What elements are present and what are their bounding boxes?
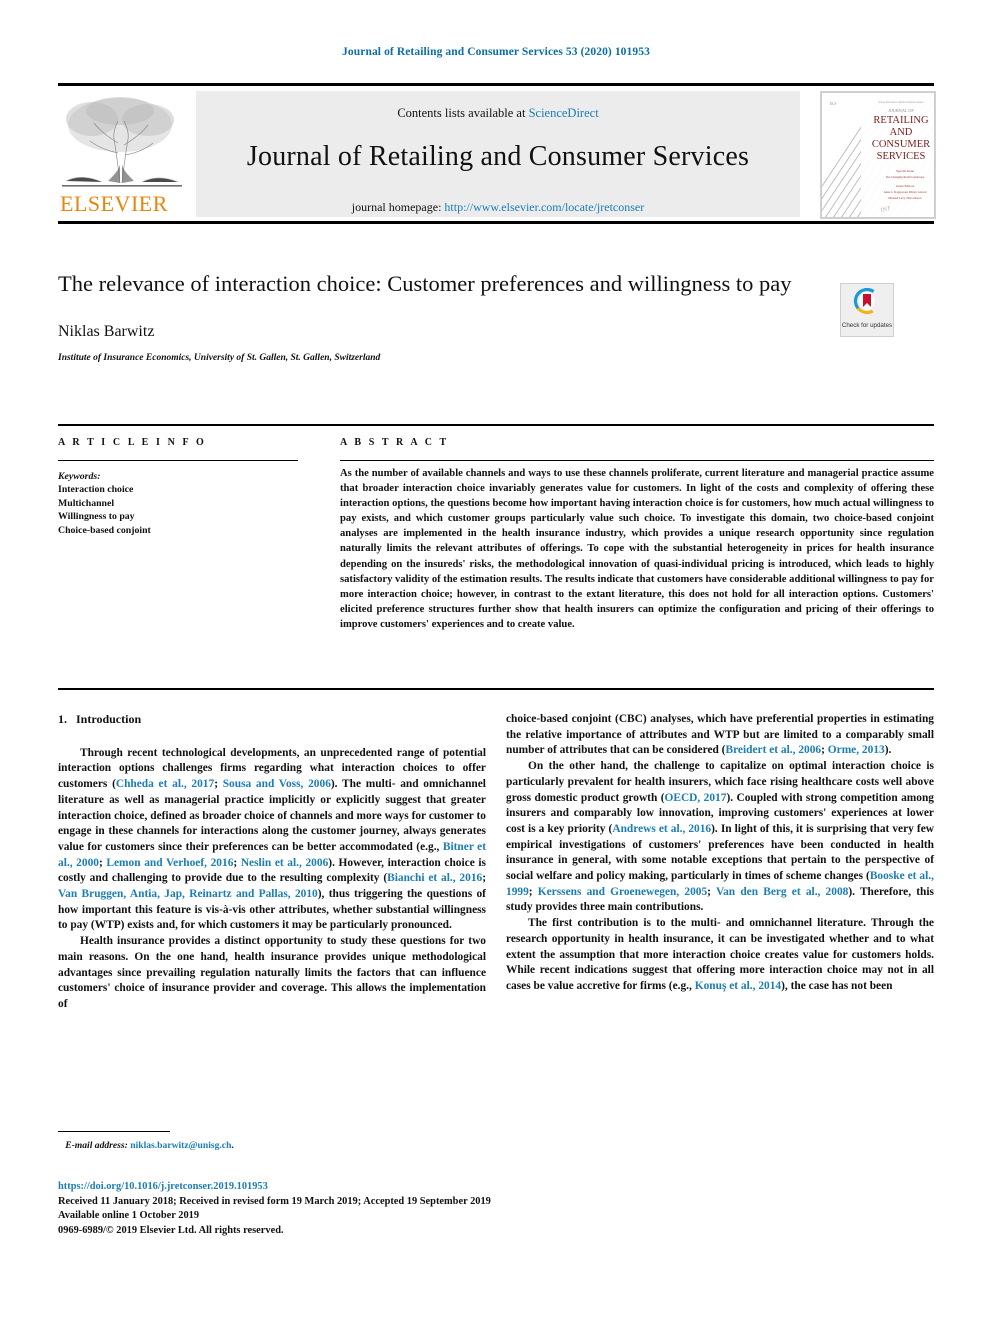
homepage-prefix: journal homepage: <box>351 200 442 214</box>
abstract-rule-bottom <box>58 688 934 690</box>
info-rule-top <box>58 424 934 426</box>
abstract-text: As the number of available channels and … <box>340 468 934 630</box>
abstract-rule-under-heading <box>340 460 934 461</box>
svg-text:AND: AND <box>890 127 913 138</box>
masthead-center-band: Contents lists available at ScienceDirec… <box>196 91 800 217</box>
article-footer: https://doi.org/10.1016/j.jretconser.201… <box>58 1180 758 1238</box>
svg-text:Special Issue: Special Issue <box>896 169 914 173</box>
journal-title: Journal of Retailing and Consumer Servic… <box>246 141 750 172</box>
crossmark-badge[interactable]: Check for updates <box>840 283 894 337</box>
section-number: 1. <box>58 712 67 726</box>
info-rule-under-heading <box>58 460 298 461</box>
sciencedirect-link[interactable]: ScienceDirect <box>529 106 599 120</box>
footnote-rule <box>58 1131 170 1132</box>
copyright-line: 0969-6989/© 2019 Elsevier Ltd. All right… <box>58 1224 284 1236</box>
svg-text:JOURNAL OF: JOURNAL OF <box>888 108 914 113</box>
article-info-heading: A R T I C L E I N F O <box>58 437 207 448</box>
keyword-item: Willingness to pay <box>58 511 135 523</box>
footnote-email: E-mail address: niklas.barwitz@unisg.ch. <box>58 1139 488 1152</box>
svg-text:The Changing Retail Landscape: The Changing Retail Landscape <box>886 175 925 179</box>
keyword-item: Choice-based conjoint <box>58 524 151 536</box>
page-title: The relevance of interaction choice: Cus… <box>58 271 792 296</box>
elsevier-logo: ELSEVIER <box>58 91 186 217</box>
author-affiliation: Institute of Insurance Economics, Univer… <box>58 353 381 363</box>
paragraph: Through recent technological development… <box>58 746 487 932</box>
author-name: Niklas Barwitz <box>58 323 155 340</box>
elsevier-wordmark: ELSEVIER <box>60 191 168 216</box>
paragraph: The first contribution is to the multi- … <box>506 917 934 992</box>
email-link[interactable]: niklas.barwitz@unisg.ch <box>130 1140 231 1151</box>
journal-article-page: Journal of Retailing and Consumer Servic… <box>0 0 992 1323</box>
cover-art-icon: ELS www.elsevier.com/locate/jretconser J… <box>821 92 935 218</box>
doi-link[interactable]: https://doi.org/10.1016/j.jretconser.201… <box>58 1180 758 1195</box>
crossmark-logo-icon <box>853 287 881 315</box>
contents-prefix: Contents lists available at <box>397 106 526 120</box>
body-column-right: choice-based conjoint (CBC) analyses, wh… <box>506 712 934 995</box>
svg-text:www.elsevier.com/locate/jretco: www.elsevier.com/locate/jretconser <box>878 100 924 104</box>
svg-text:RETAILING: RETAILING <box>873 115 929 126</box>
svg-text:SERVICES: SERVICES <box>877 151 926 162</box>
journal-homepage-line: journal homepage: http://www.elsevier.co… <box>196 200 800 215</box>
paragraph: choice-based conjoint (CBC) analyses, wh… <box>506 713 934 757</box>
contents-available-line: Contents lists available at ScienceDirec… <box>196 106 800 121</box>
journal-masthead: ELSEVIER Contents lists available at Sci… <box>58 83 936 224</box>
keyword-item: Interaction choice <box>58 484 134 496</box>
running-head: Journal of Retailing and Consumer Servic… <box>342 46 650 58</box>
paragraph: On the other hand, the challenge to capi… <box>506 760 934 914</box>
section-heading-introduction: 1. Introduction <box>58 712 486 728</box>
svg-text:ELS: ELS <box>830 102 836 106</box>
paragraph: Health insurance provides a distinct opp… <box>58 935 486 1010</box>
section-title: Introduction <box>76 712 142 726</box>
svg-text:CONSUMER: CONSUMER <box>872 139 930 150</box>
body-column-left: 1. Introduction Through recent technologi… <box>58 712 486 1013</box>
email-label: E-mail address: <box>65 1140 128 1151</box>
elsevier-tree-icon <box>62 97 182 187</box>
homepage-url-link[interactable]: http://www.elsevier.com/locate/jretconse… <box>444 200 644 214</box>
crossmark-label: Check for updates <box>841 322 893 329</box>
keyword-item: Multichannel <box>58 497 115 509</box>
article-title-block: The relevance of interaction choice: Cus… <box>58 268 934 363</box>
abstract-heading: A B S T R A C T <box>340 437 449 448</box>
masthead-rule-bottom <box>58 221 934 224</box>
available-online: Available online 1 October 2019 <box>58 1210 200 1222</box>
footnote-period: . <box>231 1140 234 1151</box>
masthead-rule-top <box>58 83 934 86</box>
received-dates: Received 11 January 2018; Received in re… <box>58 1195 491 1207</box>
keywords-heading: Keywords: <box>58 471 101 482</box>
journal-cover-thumbnail: ELS www.elsevier.com/locate/jretconser J… <box>820 91 936 219</box>
svg-text:Guest Editors: Guest Editors <box>896 184 915 188</box>
keywords-block: Keywords: Interaction choice Multichanne… <box>58 470 298 537</box>
